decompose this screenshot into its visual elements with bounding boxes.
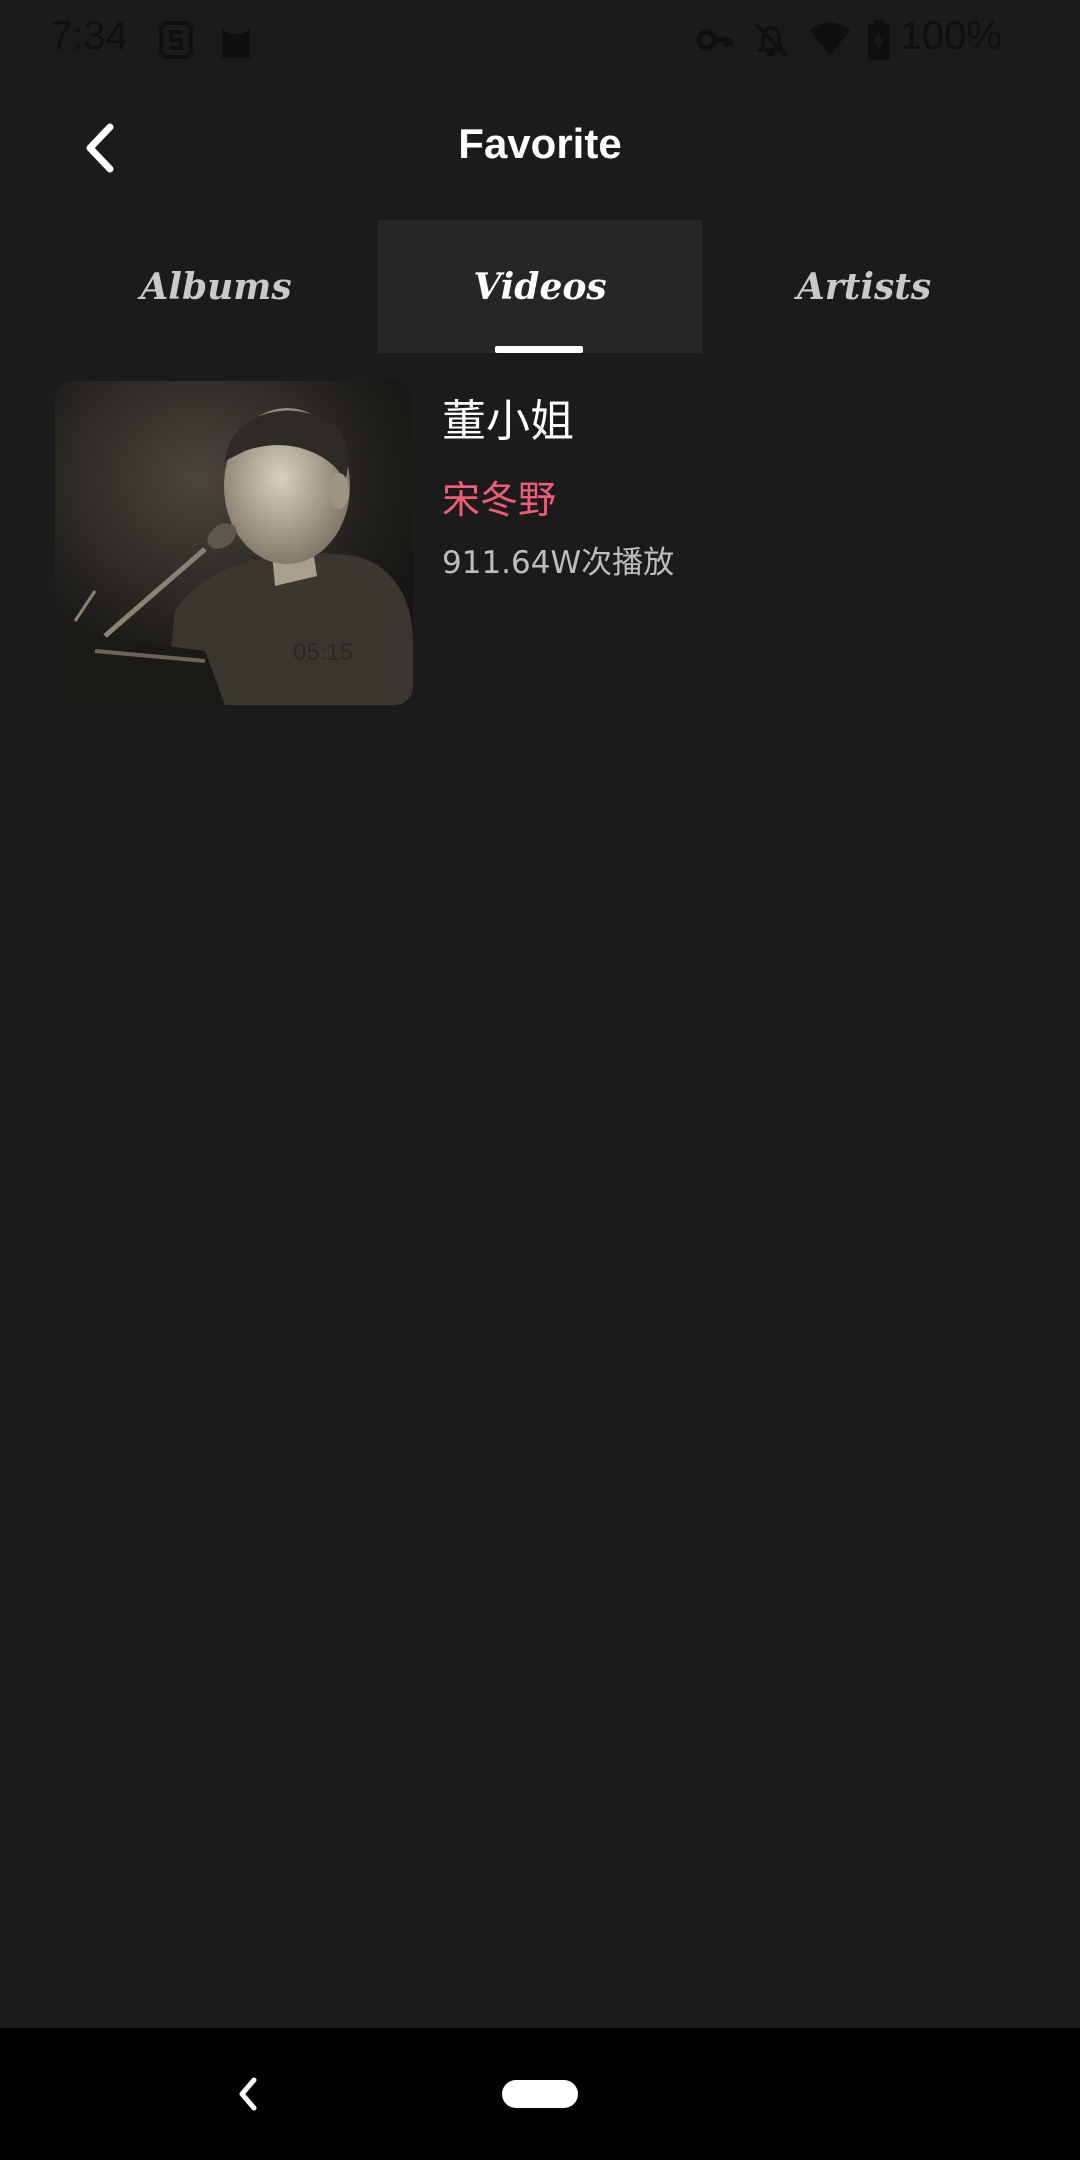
nav-back-button[interactable]	[218, 2064, 278, 2124]
battery-charging-icon	[866, 20, 892, 64]
video-title: 董小姐	[442, 396, 574, 447]
active-tab-indicator	[495, 346, 583, 353]
tab-videos[interactable]: Videos	[378, 220, 702, 353]
bell-off-icon	[752, 20, 790, 64]
tab-label: Videos	[473, 265, 607, 308]
video-duration: 05:15	[293, 639, 354, 666]
chevron-left-icon	[218, 2077, 278, 2128]
tab-bar: Albums Videos Artists	[54, 220, 1026, 353]
video-list-item[interactable]: 05:15 董小姐 宋冬野 911.64W次播放	[55, 381, 1025, 706]
cat-icon	[218, 20, 254, 64]
wifi-icon	[808, 20, 852, 64]
video-play-count: 911.64W次播放	[442, 545, 675, 581]
key-icon	[696, 20, 736, 64]
battery-percentage: 100%	[899, 14, 1002, 58]
status-bar: 7:34 100%	[0, 0, 1080, 80]
page-title: Favorite	[458, 120, 622, 167]
tab-artists[interactable]: Artists	[702, 220, 1026, 353]
nav-home-pill[interactable]	[502, 2080, 578, 2108]
tab-albums[interactable]: Albums	[54, 220, 378, 353]
tab-label: Albums	[140, 265, 292, 308]
status-time: 7:34	[50, 14, 128, 58]
system-nav-bar	[0, 2028, 1080, 2160]
s-badge-icon	[158, 20, 194, 64]
video-artist[interactable]: 宋冬野	[442, 469, 556, 524]
video-thumbnail[interactable]: 05:15	[55, 381, 413, 705]
tab-label: Artists	[796, 265, 932, 308]
